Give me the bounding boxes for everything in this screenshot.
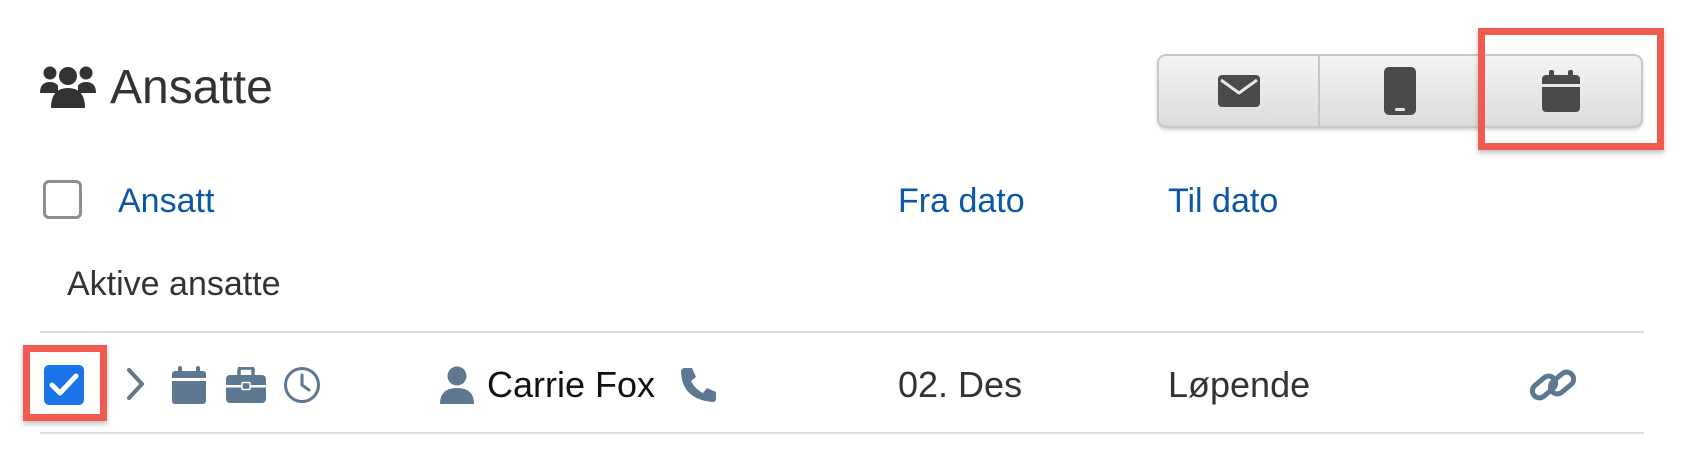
page-title: Ansatte (110, 61, 273, 114)
select-all-checkbox[interactable] (43, 180, 82, 219)
to-date-cell: Løpende (1168, 364, 1311, 405)
column-header-from-date[interactable]: Fra dato (898, 181, 1025, 221)
column-header-to-date[interactable]: Til dato (1168, 181, 1278, 221)
row-divider (40, 432, 1644, 434)
group-label: Aktive ansatte (67, 265, 281, 303)
envelope-icon (1217, 75, 1260, 107)
person-icon (440, 366, 474, 404)
calendar-icon[interactable] (172, 366, 206, 404)
email-button[interactable] (1159, 56, 1321, 126)
chevron-right-icon[interactable] (126, 367, 146, 401)
mobile-phone-icon (1383, 67, 1416, 115)
from-date-cell: 02. Des (898, 364, 1023, 405)
row-divider (40, 331, 1644, 333)
column-header-employee[interactable]: Ansatt (118, 181, 214, 221)
calendar-button-highlight (1478, 28, 1664, 150)
users-icon (40, 64, 96, 108)
mobile-button[interactable] (1320, 56, 1482, 126)
clock-icon[interactable] (283, 366, 321, 404)
row-checkbox-highlight (23, 345, 107, 421)
briefcase-icon[interactable] (226, 367, 266, 403)
phone-icon[interactable] (679, 367, 717, 403)
link-icon[interactable] (1528, 364, 1578, 406)
employee-name[interactable]: Carrie Fox (487, 364, 655, 406)
